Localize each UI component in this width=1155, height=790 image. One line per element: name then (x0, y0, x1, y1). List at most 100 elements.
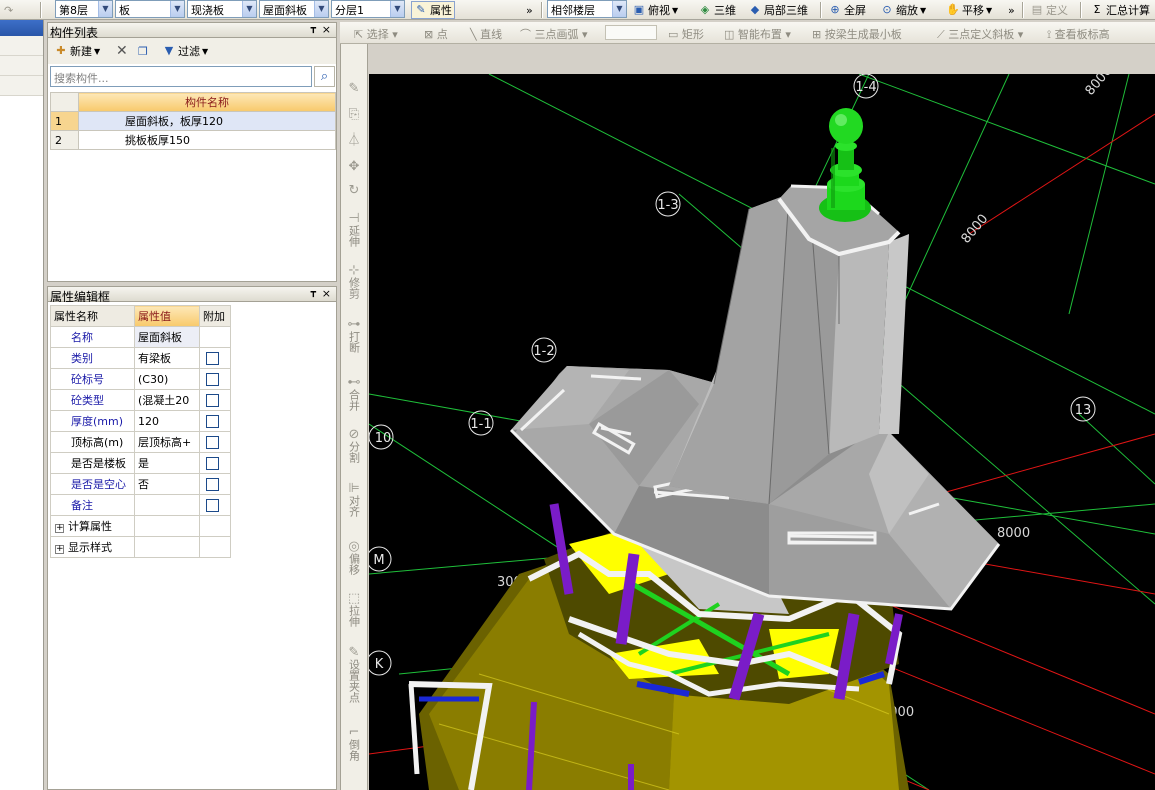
property-row[interactable]: 砼标号 (C30) (50, 368, 231, 390)
extra-checkbox[interactable] (206, 414, 219, 428)
stretch-icon: ⬚ (347, 591, 361, 606)
3d-view-button[interactable]: ◈ 三维 (696, 1, 738, 19)
axis-label: 1-4 (855, 80, 876, 95)
expand-icon[interactable]: + (55, 524, 64, 533)
component-search-input[interactable]: 搜索构件... (50, 66, 312, 87)
nav-row[interactable] (0, 36, 43, 56)
adjacent-floor-select[interactable]: 相邻楼层 ▼ (547, 0, 627, 18)
property-group-row[interactable]: + 显示样式 (50, 536, 231, 558)
property-value[interactable]: 屋面斜板 (134, 326, 200, 348)
offset-tool[interactable]: ◎ 偏移 (341, 540, 367, 578)
property-name: 厚度(mm) (50, 410, 135, 432)
extra-checkbox[interactable] (206, 393, 219, 407)
floor-select[interactable]: 第8层 ▼ (55, 0, 113, 18)
layer-select[interactable]: 分层1 ▼ (331, 0, 405, 18)
search-icon[interactable]: ⌕ (314, 66, 335, 87)
3d-viewport[interactable]: 1-4 1-3 1-2 1-1 10 13 M K 8000 8000 8000… (369, 74, 1155, 790)
split-tool[interactable]: ⊘ 分割 (341, 428, 367, 466)
gen-slab-button[interactable]: ⊞ 按梁生成最小板 (812, 26, 902, 42)
property-value[interactable]: 是 (134, 452, 200, 474)
pin-icon[interactable]: ┳ (311, 24, 316, 34)
pin-icon[interactable]: ┳ (311, 288, 316, 298)
trim-tool[interactable]: ⊹ 修剪 (341, 264, 367, 302)
pan-button[interactable]: ✋ 平移 ▼ (944, 1, 994, 19)
table-row[interactable]: 2 挑板板厚150 (50, 130, 336, 150)
property-row[interactable]: 是否是空心 否 (50, 473, 231, 495)
grip-tool[interactable]: ✎ 设置夹点 (341, 646, 367, 706)
property-row[interactable]: 是否是楼板 是 (50, 452, 231, 474)
subtype-select[interactable]: 现浇板 ▼ (187, 0, 257, 18)
filter-button[interactable]: ▼ 过滤 ▼ (160, 42, 210, 60)
property-value[interactable] (134, 494, 200, 516)
close-icon[interactable]: × (322, 287, 331, 300)
expand-icon[interactable]: + (55, 545, 64, 554)
property-value[interactable]: (C30) (134, 368, 200, 390)
property-value[interactable]: 120 (134, 410, 200, 432)
smart-layout-button[interactable]: ◫ 智能布置 ▾ (724, 26, 791, 42)
extra-checkbox[interactable] (206, 372, 219, 386)
component-select[interactable]: 屋面斜板 ▼ (259, 0, 329, 18)
summary-calc-button[interactable]: Σ 汇总计算 (1088, 1, 1152, 19)
zoom-button[interactable]: ⊙ 缩放 ▼ (878, 1, 928, 19)
property-row[interactable]: 名称 屋面斜板 (50, 326, 231, 348)
nav-row[interactable] (0, 56, 43, 76)
local-3d-button[interactable]: ◆ 局部三维 (746, 1, 810, 19)
close-icon[interactable]: × (322, 23, 331, 36)
property-row[interactable]: 顶标高(m) 层顶标高+ (50, 431, 231, 453)
redo-icon[interactable]: ↷ (2, 1, 15, 19)
component-name-cell[interactable]: 挑板板厚150 (78, 130, 336, 150)
mirror-icon[interactable]: ⏃ (341, 134, 367, 147)
property-row[interactable]: 类别 有梁板 (50, 347, 231, 369)
chamfer-tool[interactable]: ⌐ 倒角 (341, 726, 367, 764)
property-group-row[interactable]: + 计算属性 (50, 515, 231, 537)
point-button[interactable]: ⊠ 点 (424, 26, 448, 42)
move-icon[interactable]: ✥ (341, 160, 367, 173)
overflow-icon[interactable]: » (1006, 1, 1017, 19)
rotate-icon[interactable]: ↻ (341, 184, 367, 197)
extra-checkbox[interactable] (206, 351, 219, 365)
align-tool[interactable]: ⊫ 对齐 (341, 482, 367, 520)
3d-model-canvas[interactable]: 1-4 1-3 1-2 1-1 10 13 M K 8000 8000 8000… (369, 74, 1155, 790)
delete-icon[interactable]: ✕ (114, 42, 130, 60)
overflow-icon[interactable]: » (524, 1, 535, 19)
property-group[interactable]: + 计算属性 (50, 515, 135, 537)
tool-icon[interactable]: ⎘ (341, 108, 367, 121)
nav-row[interactable] (0, 76, 43, 96)
define-label: 定义 (1046, 4, 1068, 17)
chevron-down-icon: ▼ (98, 1, 112, 17)
extend-tool[interactable]: ⊣ 延伸 (341, 212, 367, 250)
property-row[interactable]: 备注 (50, 494, 231, 516)
fullscreen-button[interactable]: ⊕ 全屏 (826, 1, 868, 19)
component-type-select[interactable]: 板 ▼ (115, 0, 185, 18)
tool-icon[interactable]: ✎ (341, 82, 367, 95)
define-button[interactable]: ▤ 定义 (1028, 1, 1070, 19)
property-value[interactable]: 否 (134, 473, 200, 495)
line-button[interactable]: ╲ 直线 (470, 26, 502, 42)
stretch-tool[interactable]: ⬚ 拉伸 (341, 592, 367, 630)
properties-button[interactable]: ✎ 属性 (411, 1, 455, 19)
property-row[interactable]: 砼类型 (混凝土20 (50, 389, 231, 411)
property-group[interactable]: + 显示样式 (50, 536, 135, 558)
header-property-value: 属性值 (134, 305, 200, 327)
copy-icon[interactable]: ❐ (136, 42, 150, 60)
arc-option-combo[interactable] (605, 25, 657, 40)
select-button[interactable]: ⇱ 选择 ▾ (354, 26, 398, 42)
view-elev-button[interactable]: ⟟ 查看板标高 (1047, 26, 1110, 42)
extra-checkbox[interactable] (206, 498, 219, 512)
property-row[interactable]: 厚度(mm) 120 (50, 410, 231, 432)
top-view-button[interactable]: ▣ 俯视 ▼ (630, 1, 680, 19)
property-value[interactable]: 有梁板 (134, 347, 200, 369)
property-value[interactable]: (混凝土20 (134, 389, 200, 411)
extra-checkbox[interactable] (206, 435, 219, 449)
slope3-button[interactable]: ⟋ 三点定义斜板 ▾ (937, 26, 1023, 42)
extra-checkbox[interactable] (206, 456, 219, 470)
table-row[interactable]: 1 屋面斜板，板厚120 (50, 111, 336, 131)
break-tool[interactable]: ⊶ 打断 (341, 318, 367, 356)
arc-button[interactable]: ⌒ 三点画弧 ▾ (520, 26, 588, 42)
new-component-button[interactable]: ✚ 新建 ▼ (52, 42, 102, 60)
rect-button[interactable]: ▭ 矩形 (668, 26, 704, 42)
extra-checkbox[interactable] (206, 477, 219, 491)
component-name-cell[interactable]: 屋面斜板，板厚120 (78, 111, 336, 131)
merge-tool[interactable]: ⊷ 合并 (341, 376, 367, 414)
property-value[interactable]: 层顶标高+ (134, 431, 200, 453)
